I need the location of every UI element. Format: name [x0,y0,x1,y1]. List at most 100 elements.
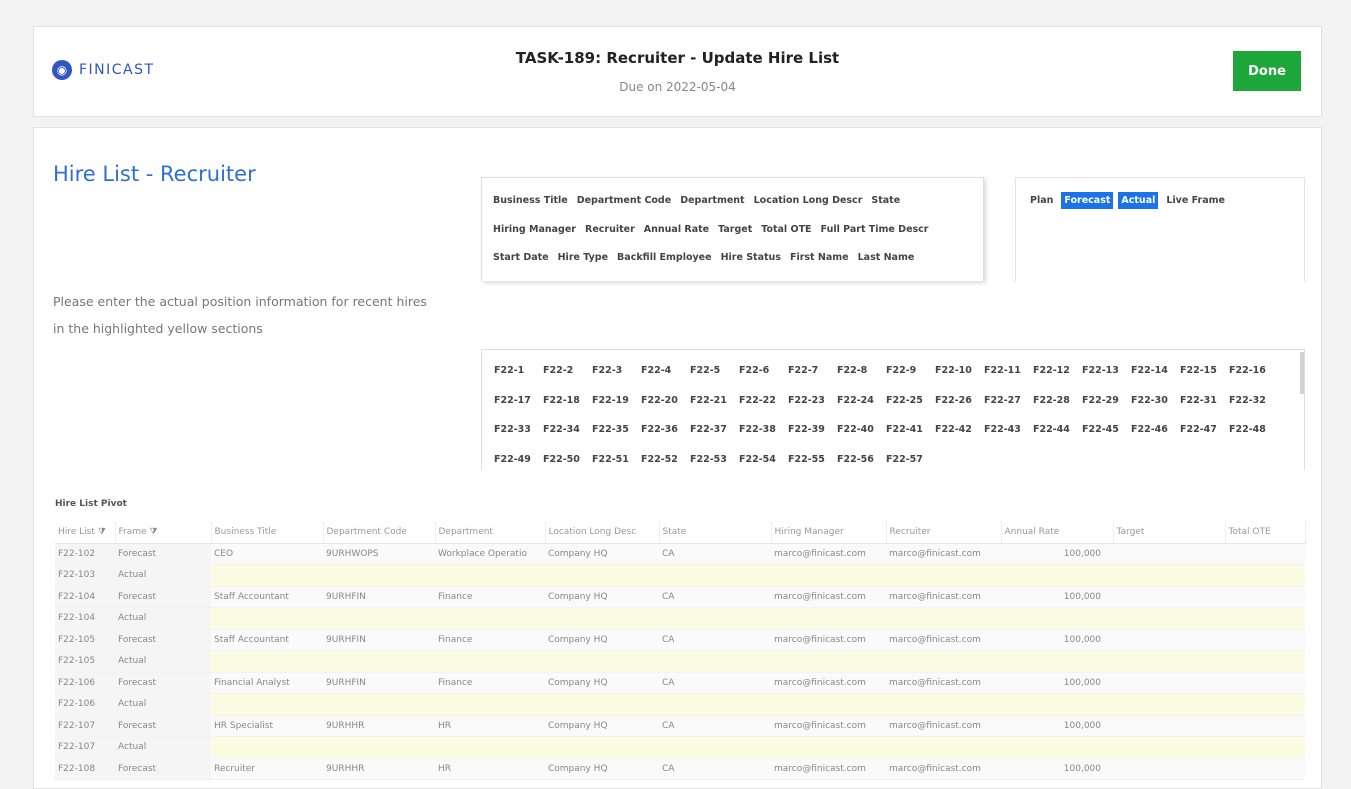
period-chip-f22-13[interactable]: F22-13 [1082,356,1131,386]
column-header-hire-list[interactable]: Hire List ⧩ [55,521,116,544]
column-header-recruiter[interactable]: Recruiter [886,521,1002,544]
period-chip-f22-21[interactable]: F22-21 [690,386,739,416]
field-chip-target[interactable]: Target [718,216,752,245]
cell-target[interactable] [1113,650,1225,673]
cell-department-code[interactable]: 9URHFIN [323,629,435,651]
period-chip-f22-28[interactable]: F22-28 [1033,386,1082,416]
period-chip-f22-25[interactable]: F22-25 [886,386,935,416]
cell-recruiter[interactable] [886,607,1001,630]
cell-total-ote[interactable] [1225,672,1305,694]
cell-hiring-manager[interactable] [771,693,886,716]
cell-business-title[interactable]: HR Specialist [211,715,323,737]
cell-location-long-desc[interactable]: Company HQ [545,629,659,651]
cell-department-code[interactable]: 9URHHR [323,715,435,737]
cell-target[interactable] [1113,543,1225,565]
period-chip-f22-39[interactable]: F22-39 [788,415,837,445]
cell-annual-rate[interactable]: 100,000 [1001,629,1113,651]
cell-total-ote[interactable] [1225,650,1305,673]
cell-hiring-manager[interactable]: marco@finicast.com [771,629,886,651]
cell-hiring-manager[interactable] [771,607,886,630]
period-chip-f22-12[interactable]: F22-12 [1033,356,1082,386]
field-chip-hire-type[interactable]: Hire Type [558,244,608,273]
field-chip-business-title[interactable]: Business Title [493,187,568,216]
cell-annual-rate[interactable] [1001,564,1113,587]
cell-location-long-desc[interactable]: Company HQ [545,543,659,565]
cell-target[interactable] [1113,607,1225,630]
field-chip-total-ote[interactable]: Total OTE [761,216,811,245]
cell-target[interactable] [1113,672,1225,694]
cell-total-ote[interactable] [1225,715,1305,737]
filter-icon[interactable]: ⧩ [150,527,160,537]
cell-recruiter[interactable] [886,736,1001,759]
column-header-location-long-desc[interactable]: Location Long Desc [545,521,660,544]
frame-chip-forecast[interactable]: Forecast [1061,192,1114,209]
column-header-business-title[interactable]: Business Title [211,521,324,544]
period-chip-f22-35[interactable]: F22-35 [592,415,641,445]
period-chip-f22-41[interactable]: F22-41 [886,415,935,445]
cell-annual-rate[interactable]: 100,000 [1001,758,1113,780]
period-chip-f22-44[interactable]: F22-44 [1033,415,1082,445]
field-chip-location-long-descr[interactable]: Location Long Descr [754,187,863,216]
period-chip-f22-18[interactable]: F22-18 [543,386,592,416]
period-chip-f22-38[interactable]: F22-38 [739,415,788,445]
period-chip-f22-53[interactable]: F22-53 [690,445,739,471]
cell-annual-rate[interactable]: 100,000 [1001,543,1113,565]
cell-target[interactable] [1113,758,1225,780]
period-chip-f22-57[interactable]: F22-57 [886,445,935,471]
period-chip-f22-47[interactable]: F22-47 [1180,415,1229,445]
cell-state[interactable]: CA [659,672,771,694]
period-chip-f22-16[interactable]: F22-16 [1229,356,1278,386]
period-chip-f22-31[interactable]: F22-31 [1180,386,1229,416]
column-header-state[interactable]: State [659,521,772,544]
cell-department-code[interactable] [323,564,435,587]
period-chip-f22-46[interactable]: F22-46 [1131,415,1180,445]
period-chip-f22-48[interactable]: F22-48 [1229,415,1278,445]
column-header-hiring-manager[interactable]: Hiring Manager [771,521,887,544]
cell-business-title[interactable]: Recruiter [211,758,323,780]
field-chip-backfill-employee[interactable]: Backfill Employee [617,244,712,273]
frame-chip-plan[interactable]: Plan [1027,192,1056,209]
cell-recruiter[interactable]: marco@finicast.com [886,543,1001,565]
cell-state[interactable]: CA [659,715,771,737]
period-chip-f22-33[interactable]: F22-33 [494,415,543,445]
cell-hiring-manager[interactable] [771,736,886,759]
period-chip-f22-51[interactable]: F22-51 [592,445,641,471]
cell-target[interactable] [1113,586,1225,608]
cell-annual-rate[interactable] [1001,607,1113,630]
period-chip-f22-7[interactable]: F22-7 [788,356,837,386]
cell-annual-rate[interactable]: 100,000 [1001,586,1113,608]
column-header-frame[interactable]: Frame ⧩ [115,521,212,544]
cell-state[interactable] [659,736,771,759]
cell-department[interactable] [435,736,545,759]
cell-location-long-desc[interactable]: Company HQ [545,672,659,694]
cell-department[interactable]: Workplace Operatio [435,543,545,565]
cell-state[interactable] [659,650,771,673]
cell-department-code[interactable] [323,607,435,630]
cell-location-long-desc[interactable]: Company HQ [545,715,659,737]
cell-hiring-manager[interactable] [771,650,886,673]
cell-business-title[interactable] [211,693,323,716]
cell-total-ote[interactable] [1225,586,1305,608]
period-chip-f22-24[interactable]: F22-24 [837,386,886,416]
period-chip-f22-6[interactable]: F22-6 [739,356,788,386]
field-chip-department-code[interactable]: Department Code [577,187,671,216]
cell-business-title[interactable]: Staff Accountant [211,586,323,608]
column-header-department-code[interactable]: Department Code [323,521,436,544]
period-chip-f22-32[interactable]: F22-32 [1229,386,1278,416]
frame-chip-actual[interactable]: Actual [1118,192,1159,209]
cell-target[interactable] [1113,564,1225,587]
cell-location-long-desc[interactable] [545,607,659,630]
cell-business-title[interactable] [211,736,323,759]
cell-recruiter[interactable] [886,693,1001,716]
cell-business-title[interactable]: Financial Analyst [211,672,323,694]
period-chip-f22-56[interactable]: F22-56 [837,445,886,471]
field-chip-recruiter[interactable]: Recruiter [585,216,635,245]
period-chip-f22-17[interactable]: F22-17 [494,386,543,416]
period-chip-f22-20[interactable]: F22-20 [641,386,690,416]
period-chip-f22-8[interactable]: F22-8 [837,356,886,386]
period-chip-f22-45[interactable]: F22-45 [1082,415,1131,445]
cell-department[interactable]: Finance [435,672,545,694]
cell-annual-rate[interactable] [1001,693,1113,716]
cell-recruiter[interactable]: marco@finicast.com [886,586,1001,608]
cell-department[interactable] [435,564,545,587]
